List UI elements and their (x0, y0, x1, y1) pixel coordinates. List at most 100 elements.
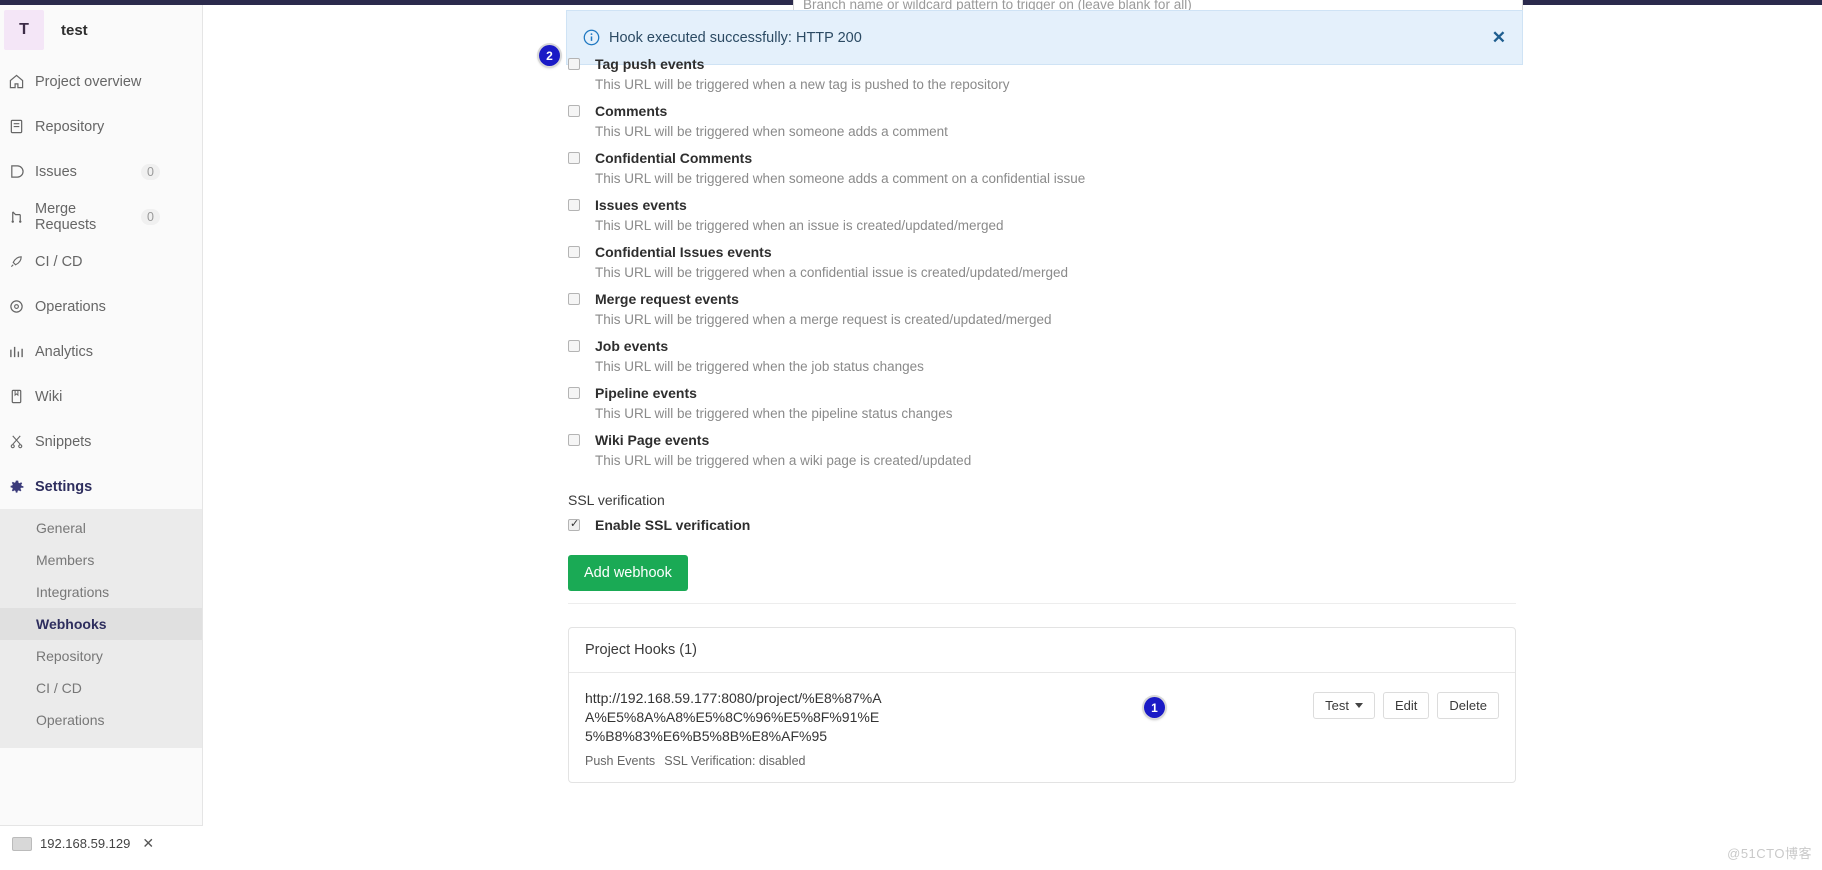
trigger-title: Confidential Comments (595, 150, 753, 166)
checkbox-enable-ssl-verification[interactable] (568, 517, 580, 531)
watermark: @51CTO博客 (1727, 846, 1812, 861)
repository-icon (9, 119, 35, 134)
sidebar-item-label: Wiki (35, 388, 63, 405)
cloud-icon (9, 299, 35, 314)
trigger-row-confidential-issues[interactable]: Confidential Issues events This URL will… (568, 235, 1113, 282)
trigger-desc: This URL will be triggered when someone … (595, 171, 1086, 186)
trigger-title: Wiki Page events (595, 432, 710, 448)
gear-icon (9, 479, 35, 495)
info-circle-icon (583, 29, 600, 46)
rocket-icon (9, 254, 35, 269)
hook-list-item: http://192.168.59.177:8080/project/%E8%8… (569, 673, 1515, 782)
ssl-checkbox-row[interactable]: Enable SSL verification (568, 516, 1113, 535)
hook-tag-ssl-verification: SSL Verification: disabled (664, 754, 806, 768)
trigger-desc: This URL will be triggered when a merge … (595, 312, 1052, 327)
trigger-title: Pipeline events (595, 385, 697, 401)
edit-button[interactable]: Edit (1383, 692, 1430, 719)
scissors-icon (9, 434, 35, 449)
sidebar-subitem-ci-cd[interactable]: CI / CD (0, 672, 202, 704)
alert-message: Hook executed successfully: HTTP 200 (609, 29, 862, 46)
checkbox-wiki-page[interactable] (568, 434, 580, 446)
trigger-title: Job events (595, 338, 669, 354)
sidebar-item-label: Merge Requests (35, 200, 97, 233)
sidebar-subitem-operations[interactable]: Operations (0, 704, 202, 736)
sidebar-item-label: Issues (35, 163, 77, 180)
trigger-row-issues[interactable]: Issues events This URL will be triggered… (568, 188, 1113, 235)
trigger-row-pipeline[interactable]: Pipeline events This URL will be trigger… (568, 376, 1113, 423)
sidebar-item-label: Project overview (35, 73, 142, 90)
taskbar-item-label: 192.168.59.129 (40, 836, 131, 851)
trigger-desc: This URL will be triggered when an issue… (595, 218, 1004, 233)
sidebar-subitem-integrations[interactable]: Integrations (0, 576, 202, 608)
delete-button[interactable]: Delete (1437, 692, 1499, 719)
issues-icon (9, 164, 35, 179)
sidebar-item-label: Settings (35, 478, 93, 495)
trigger-row-tag-push[interactable]: Tag push events This URL will be trigger… (568, 47, 1113, 94)
merge-requests-count: 0 (141, 208, 160, 225)
trigger-row-confidential-comments[interactable]: Confidential Comments This URL will be t… (568, 141, 1113, 188)
sidebar-item-label: Analytics (35, 343, 94, 360)
trigger-row-comments[interactable]: Comments This URL will be triggered when… (568, 94, 1113, 141)
hook-tags: Push Events SSL Verification: disabled (585, 754, 1313, 768)
trigger-desc: This URL will be triggered when the pipe… (595, 406, 953, 421)
checkbox-merge-request[interactable] (568, 293, 580, 305)
gitlab-webhooks-page: T test Project overview Repository Issue… (0, 0, 1822, 870)
sidebar-subitem-webhooks[interactable]: Webhooks (0, 608, 202, 640)
trigger-title: Tag push events (595, 56, 705, 72)
project-header[interactable]: T test (0, 5, 202, 55)
settings-submenu: General Members Integrations Webhooks Re… (0, 509, 202, 748)
annotation-badge-1: 1 (1144, 697, 1165, 718)
sidebar-item-label: Operations (35, 298, 106, 315)
checkbox-issues[interactable] (568, 199, 580, 211)
hook-url[interactable]: http://192.168.59.177:8080/project/%E8%8… (585, 689, 885, 746)
trigger-events-form: Tag push events This URL will be trigger… (568, 47, 1113, 591)
window-thumbnail-icon (12, 836, 32, 851)
test-dropdown-button[interactable]: Test (1313, 692, 1376, 719)
sidebar-subitem-members[interactable]: Members (0, 544, 202, 576)
sidebar-item-label: Repository (35, 118, 105, 135)
sidebar-subitem-repository[interactable]: Repository (0, 640, 202, 672)
trigger-desc: This URL will be triggered when a confid… (595, 265, 1069, 280)
trigger-row-job[interactable]: Job events This URL will be triggered wh… (568, 329, 1113, 376)
trigger-desc: This URL will be triggered when someone … (595, 124, 948, 139)
sidebar-item-ci-cd[interactable]: CI / CD (0, 239, 202, 284)
sidebar-item-analytics[interactable]: Analytics (0, 329, 202, 374)
annotation-badge-2: 2 (539, 45, 560, 66)
main-content: Branch name or wildcard pattern to trigg… (203, 0, 1822, 825)
checkbox-job[interactable] (568, 340, 580, 352)
hook-tag-push-events: Push Events (585, 754, 656, 768)
sidebar-item-label: Snippets (35, 433, 92, 450)
sidebar-item-settings[interactable]: Settings (0, 464, 202, 509)
sidebar-item-snippets[interactable]: Snippets (0, 419, 202, 464)
checkbox-tag-push[interactable] (568, 58, 580, 70)
book-icon (9, 389, 35, 404)
add-webhook-button[interactable]: Add webhook (568, 555, 688, 591)
trigger-title: Comments (595, 103, 668, 119)
sidebar-item-merge-requests[interactable]: Merge Requests 0 (0, 194, 202, 239)
trigger-title: Issues events (595, 197, 687, 213)
trigger-desc: This URL will be triggered when the job … (595, 359, 924, 374)
sidebar-item-project-overview[interactable]: Project overview (0, 59, 202, 104)
taskbar-item[interactable]: 192.168.59.129 ✕ (12, 835, 154, 852)
trigger-row-merge-request[interactable]: Merge request events This URL will be tr… (568, 282, 1113, 329)
taskbar: 192.168.59.129 ✕ (0, 825, 203, 870)
trigger-desc: This URL will be triggered when a new ta… (595, 77, 1010, 92)
trigger-row-wiki-page[interactable]: Wiki Page events This URL will be trigge… (568, 423, 1113, 470)
sidebar-subitem-general[interactable]: General (0, 512, 202, 544)
sidebar-item-issues[interactable]: Issues 0 (0, 149, 202, 194)
close-icon[interactable]: ✕ (1492, 28, 1506, 48)
project-hooks-card: Project Hooks (1) http://192.168.59.177:… (568, 627, 1516, 783)
checkbox-confidential-comments[interactable] (568, 152, 580, 164)
checkbox-comments[interactable] (568, 105, 580, 117)
merge-requests-icon (9, 209, 35, 224)
chevron-down-icon (1355, 703, 1364, 708)
sidebar-item-repository[interactable]: Repository (0, 104, 202, 149)
sidebar-nav: Project overview Repository Issues 0 Mer… (0, 59, 202, 509)
sidebar-item-wiki[interactable]: Wiki (0, 374, 202, 419)
close-icon[interactable]: ✕ (142, 835, 154, 852)
sidebar-item-operations[interactable]: Operations (0, 284, 202, 329)
project-hooks-header: Project Hooks (1) (569, 628, 1515, 673)
trigger-title: Confidential Issues events (595, 244, 772, 260)
checkbox-confidential-issues[interactable] (568, 246, 580, 258)
checkbox-pipeline[interactable] (568, 387, 580, 399)
